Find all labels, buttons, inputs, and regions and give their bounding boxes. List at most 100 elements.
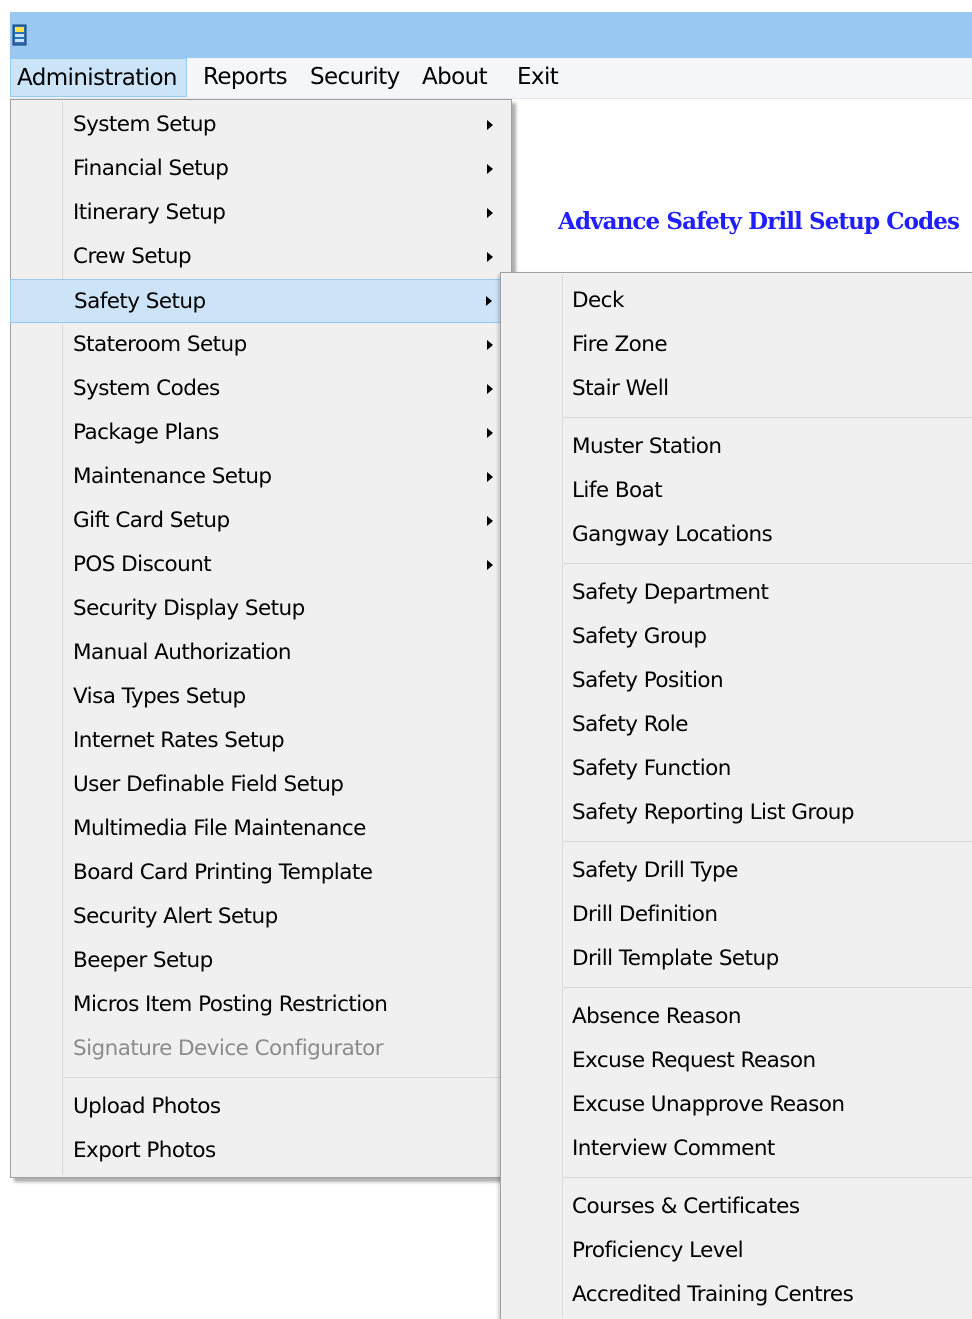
menu-item-label: Export Photos <box>73 1138 216 1163</box>
menu-bar: Administration Reports Security About Ex… <box>10 58 972 99</box>
menu-item-upload-photos[interactable]: Upload Photos <box>13 1085 509 1129</box>
menu-item-fire-zone[interactable]: Fire Zone <box>503 323 972 367</box>
menu-reports[interactable]: Reports <box>203 58 288 97</box>
menu-item-label: Safety Position <box>572 668 724 693</box>
menu-item-accredited-training-centres[interactable]: Accredited Training Centres <box>503 1273 972 1317</box>
menu-item-label: Safety Reporting List Group <box>572 800 855 825</box>
menu-item-safety-role[interactable]: Safety Role <box>503 703 972 747</box>
menu-item-stateroom-setup[interactable]: Stateroom Setup <box>13 323 509 367</box>
menu-security[interactable]: Security <box>310 58 400 97</box>
menu-item-stair-well[interactable]: Stair Well <box>503 367 972 411</box>
menu-item-label: Financial Setup <box>73 156 229 181</box>
submenu-arrow-icon <box>487 252 493 262</box>
menu-item-safety-drill-type[interactable]: Safety Drill Type <box>503 849 972 893</box>
menu-item-excuse-request-reason[interactable]: Excuse Request Reason <box>503 1039 972 1083</box>
menu-item-life-boat[interactable]: Life Boat <box>503 469 972 513</box>
menu-item-drill-definition[interactable]: Drill Definition <box>503 893 972 937</box>
menu-item-label: Micros Item Posting Restriction <box>73 992 388 1017</box>
menu-item-label: Muster Station <box>572 434 722 459</box>
menu-item-label: Accredited Training Centres <box>572 1282 854 1307</box>
menu-item-multimedia-file-maintenance[interactable]: Multimedia File Maintenance <box>13 807 509 851</box>
menu-item-label: Maintenance Setup <box>73 464 272 489</box>
menu-item-absence-reason[interactable]: Absence Reason <box>503 995 972 1039</box>
menu-item-board-card-printing-template[interactable]: Board Card Printing Template <box>13 851 509 895</box>
menu-item-gift-card-setup[interactable]: Gift Card Setup <box>13 499 509 543</box>
submenu-arrow-icon <box>487 120 493 130</box>
menu-item-label: Gift Card Setup <box>73 508 230 533</box>
submenu-arrow-icon <box>487 516 493 526</box>
menu-item-label: Itinerary Setup <box>73 200 226 225</box>
submenu-arrow-icon <box>486 296 492 306</box>
menu-item-label: Excuse Unapprove Reason <box>572 1092 845 1117</box>
menu-item-crew-setup[interactable]: Crew Setup <box>13 235 509 279</box>
menu-item-excuse-unapprove-reason[interactable]: Excuse Unapprove Reason <box>503 1083 972 1127</box>
menu-item-label: Stateroom Setup <box>73 332 247 357</box>
menu-separator <box>564 417 972 418</box>
menu-item-label: Security Alert Setup <box>73 904 278 929</box>
menu-item-internet-rates-setup[interactable]: Internet Rates Setup <box>13 719 509 763</box>
menu-item-maintenance-setup[interactable]: Maintenance Setup <box>13 455 509 499</box>
menu-item-label: Life Boat <box>572 478 663 503</box>
safety-setup-submenu: Deck Fire Zone Stair Well Muster Station Lif… <box>500 272 972 1319</box>
menu-item-label: Safety Group <box>572 624 707 649</box>
submenu-arrow-icon <box>487 164 493 174</box>
menu-item-proficiency-level[interactable]: Proficiency Level <box>503 1229 972 1273</box>
menu-item-gangway-locations[interactable]: Gangway Locations <box>503 513 972 557</box>
menu-item-financial-setup[interactable]: Financial Setup <box>13 147 509 191</box>
menu-item-safety-department[interactable]: Safety Department <box>503 571 972 615</box>
menu-item-label: Fire Zone <box>572 332 668 357</box>
menu-item-pos-discount[interactable]: POS Discount <box>13 543 509 587</box>
menu-item-label: Visa Types Setup <box>73 684 246 709</box>
menu-item-label: Safety Setup <box>74 289 206 314</box>
title-bar <box>10 12 972 58</box>
menu-exit[interactable]: Exit <box>517 58 559 97</box>
menu-administration[interactable]: Administration <box>10 58 187 97</box>
menu-item-label: Safety Role <box>572 712 688 737</box>
menu-item-safety-reporting-list-group[interactable]: Safety Reporting List Group <box>503 791 972 835</box>
menu-item-system-setup[interactable]: System Setup <box>13 103 509 147</box>
menu-item-label: Board Card Printing Template <box>73 860 373 885</box>
menu-item-manual-authorization[interactable]: Manual Authorization <box>13 631 509 675</box>
menu-separator <box>564 841 972 842</box>
menu-item-safety-group[interactable]: Safety Group <box>503 615 972 659</box>
menu-about[interactable]: About <box>422 58 488 97</box>
menu-separator <box>564 987 972 988</box>
page-heading: Advance Safety Drill Setup Codes <box>558 208 960 235</box>
menu-item-safety-position[interactable]: Safety Position <box>503 659 972 703</box>
menu-item-security-alert-setup[interactable]: Security Alert Setup <box>13 895 509 939</box>
menu-item-package-plans[interactable]: Package Plans <box>13 411 509 455</box>
menu-item-label: Courses & Certificates <box>572 1194 800 1219</box>
menu-item-beeper-setup[interactable]: Beeper Setup <box>13 939 509 983</box>
menu-item-micros-item-posting-restriction[interactable]: Micros Item Posting Restriction <box>13 983 509 1027</box>
menu-item-itinerary-setup[interactable]: Itinerary Setup <box>13 191 509 235</box>
menu-item-label: Absence Reason <box>572 1004 742 1029</box>
menu-item-label: System Setup <box>73 112 217 137</box>
menu-item-system-codes[interactable]: System Codes <box>13 367 509 411</box>
menu-item-user-definable-field-setup[interactable]: User Definable Field Setup <box>13 763 509 807</box>
menu-item-label: POS Discount <box>73 552 212 577</box>
menu-item-label: Signature Device Configurator <box>73 1036 384 1061</box>
menu-item-drill-template-setup[interactable]: Drill Template Setup <box>503 937 972 981</box>
menu-item-security-display-setup[interactable]: Security Display Setup <box>13 587 509 631</box>
menu-item-label: User Definable Field Setup <box>73 772 344 797</box>
menu-item-label: Multimedia File Maintenance <box>73 816 366 841</box>
menu-item-label: Safety Function <box>572 756 731 781</box>
menu-item-signature-device-configurator: Signature Device Configurator <box>13 1027 509 1071</box>
menu-item-muster-station[interactable]: Muster Station <box>503 425 972 469</box>
menu-item-deck[interactable]: Deck <box>503 279 972 323</box>
submenu-arrow-icon <box>487 428 493 438</box>
menu-item-label: Interview Comment <box>572 1136 775 1161</box>
menu-item-label: Excuse Request Reason <box>572 1048 816 1073</box>
menu-item-label: Upload Photos <box>73 1094 221 1119</box>
submenu-arrow-icon <box>487 560 493 570</box>
menu-item-interview-comment[interactable]: Interview Comment <box>503 1127 972 1171</box>
app-icon[interactable] <box>12 24 28 46</box>
menu-item-safety-function[interactable]: Safety Function <box>503 747 972 791</box>
menu-separator <box>564 563 972 564</box>
menu-item-safety-setup[interactable]: Safety Setup <box>10 279 510 323</box>
menu-item-export-photos[interactable]: Export Photos <box>13 1129 509 1173</box>
administration-dropdown: System Setup Financial Setup Itinerary Set… <box>10 99 512 1178</box>
menu-item-visa-types-setup[interactable]: Visa Types Setup <box>13 675 509 719</box>
menu-item-courses-and-certificates[interactable]: Courses & Certificates <box>503 1185 972 1229</box>
menu-item-label: Gangway Locations <box>572 522 773 547</box>
